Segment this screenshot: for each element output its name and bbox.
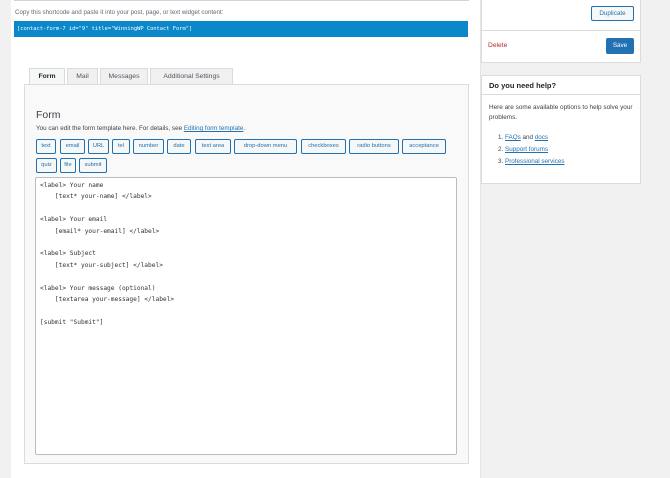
help-link[interactable]: Professional services (505, 158, 565, 165)
help-list-item: 3. Professional services (498, 156, 565, 168)
shortcode-hint: Copy this shortcode and paste it into yo… (15, 9, 224, 16)
tag-button-date[interactable]: date (167, 139, 191, 154)
help-link[interactable]: Support forums (505, 146, 548, 153)
template-line: <label> Your email (40, 216, 108, 224)
form-description-text: You can edit the form template here. For… (36, 125, 184, 132)
template-line: <label> Your name (40, 182, 104, 189)
divider (14, 0, 469, 1)
help-title: Do you need help? (482, 76, 640, 95)
duplicate-button[interactable]: Duplicate (591, 6, 634, 21)
tab-additional-settings[interactable]: Additional Settings (150, 68, 233, 84)
template-line: [text* your-name] </label> (40, 193, 152, 201)
tab-messages[interactable]: Messages (100, 68, 148, 84)
help-item-number: 2. (498, 146, 504, 153)
tag-button-submit[interactable]: submit (79, 158, 107, 173)
template-line: [email* your-email] </label> (40, 227, 160, 235)
tab-form[interactable]: Form (29, 68, 65, 85)
help-item-number: 1. (498, 134, 504, 141)
template-line: [text* your-subject] </label> (40, 261, 163, 269)
tag-button-radio-buttons[interactable]: radio buttons (349, 139, 399, 154)
tag-button-file[interactable]: file (60, 158, 76, 173)
editing-form-template-link[interactable]: Editing form template (184, 125, 244, 132)
template-line: <label> Your message (optional) (40, 284, 156, 292)
tag-button-quiz[interactable]: quiz (36, 158, 57, 173)
template-line: [textarea your-message] </label> (40, 296, 175, 303)
tag-button-acceptance[interactable]: acceptance (402, 139, 446, 154)
tag-button-tel[interactable]: tel (112, 139, 130, 154)
help-list-item: 1. FAQs and docs (498, 132, 565, 144)
tag-button-text-area[interactable]: text area (195, 139, 231, 154)
help-options-list: 1. FAQs and docs 2. Support forums 3. Profess… (498, 132, 565, 168)
form-template-editor[interactable]: <label> Your name [text* your-name] </la… (35, 177, 457, 455)
form-heading: Form (36, 109, 61, 121)
form-tab-panel: Form You can edit the form template here… (24, 84, 469, 464)
template-line: [submit "Submit"] (40, 318, 104, 326)
tab-mail[interactable]: Mail (67, 68, 98, 84)
template-line: <label> Subject (40, 250, 96, 258)
form-description: You can edit the form template here. For… (36, 125, 245, 132)
help-link[interactable]: FAQs (505, 134, 521, 141)
help-list-item: 2. Support forums (498, 144, 565, 156)
help-item-number: 3. (498, 158, 504, 165)
shortcode-field[interactable]: [contact-form-7 id="9" title="WinningWP … (14, 21, 468, 37)
tag-button-text[interactable]: text (36, 139, 56, 154)
tag-button-drop-down-menu[interactable]: drop-down menu (234, 139, 297, 154)
tag-button-number[interactable]: number (133, 139, 164, 154)
tag-button-email[interactable]: email (60, 139, 85, 154)
help-link[interactable]: docs (535, 134, 548, 141)
delete-link[interactable]: Delete (488, 42, 507, 49)
help-description: Here are some available options to help … (489, 104, 633, 121)
status-box: Duplicate Delete Save (481, 0, 641, 63)
save-button[interactable]: Save (606, 38, 634, 54)
help-item-text: and (520, 134, 535, 141)
tag-button-checkboxes[interactable]: checkboxes (301, 139, 346, 154)
tag-button-url[interactable]: URL (88, 139, 109, 154)
form-description-end: . (243, 125, 246, 132)
divider (482, 30, 641, 31)
help-box: Do you need help? Here are some availabl… (481, 75, 641, 184)
